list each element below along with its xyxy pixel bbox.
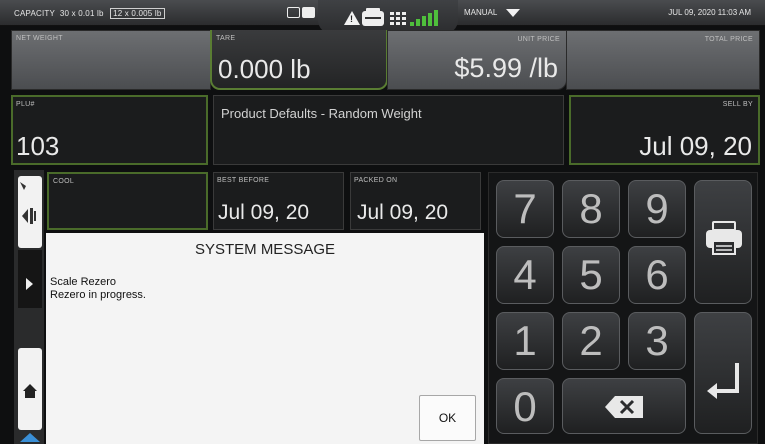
side-button-expand[interactable] — [18, 250, 42, 308]
sell-by-value: Jul 09, 20 — [639, 131, 752, 161]
dialog-message: Scale Rezero Rezero in progress. — [50, 276, 146, 302]
window-icon[interactable] — [287, 7, 300, 18]
print-button[interactable] — [694, 180, 752, 304]
home-icon — [23, 384, 37, 398]
system-message-dialog: SYSTEM MESSAGE Scale Rezero Rezero in pr… — [46, 233, 484, 444]
tare-icon — [20, 182, 36, 224]
key-3[interactable]: 3 — [628, 312, 686, 370]
enter-icon — [707, 363, 739, 399]
unit-price-label: UNIT PRICE — [517, 36, 560, 43]
scroll-up-icon[interactable] — [18, 430, 42, 444]
cool-label: COOL — [53, 178, 75, 185]
net-weight-label: NET WEIGHT — [16, 35, 63, 42]
chevron-down-icon[interactable] — [506, 9, 520, 17]
plu-field[interactable]: PLU# 103 — [11, 95, 208, 165]
plu-label: PLU# — [16, 101, 35, 108]
enter-button[interactable] — [694, 312, 752, 434]
key-6[interactable]: 6 — [628, 246, 686, 304]
packed-on-label: PACKED ON — [354, 177, 398, 184]
cool-field[interactable]: COOL — [47, 172, 208, 230]
key-9[interactable]: 9 — [628, 180, 686, 238]
tare-value: 0.000 lb — [218, 54, 311, 84]
mode-selector-label[interactable]: MANUAL — [464, 8, 497, 17]
key-4[interactable]: 4 — [496, 246, 554, 304]
sell-by-field[interactable]: SELL BY Jul 09, 20 — [569, 95, 760, 165]
best-before-field[interactable]: BEST BEFORE Jul 09, 20 — [213, 172, 344, 230]
backspace-icon — [605, 396, 643, 418]
backspace-button[interactable] — [562, 378, 686, 434]
ok-button[interactable]: OK — [419, 395, 476, 441]
product-description: Product Defaults - Random Weight — [221, 106, 422, 121]
expand-arrow-icon — [26, 278, 33, 290]
key-1[interactable]: 1 — [496, 312, 554, 370]
key-2[interactable]: 2 — [562, 312, 620, 370]
window-solid-icon[interactable] — [302, 7, 315, 18]
warning-icon[interactable] — [344, 11, 360, 25]
printer-icon — [706, 221, 742, 255]
unit-price-value: $5.99 /lb — [454, 53, 558, 83]
dialog-message-line-2: Rezero in progress. — [50, 289, 146, 301]
tare-label: TARE — [216, 35, 236, 42]
tare-panel[interactable]: TARE 0.000 lb — [210, 30, 388, 90]
side-button-tare[interactable] — [18, 176, 42, 248]
packed-on-value: Jul 09, 20 — [357, 201, 449, 224]
key-0[interactable]: 0 — [496, 378, 554, 434]
dialog-title: SYSTEM MESSAGE — [194, 241, 336, 258]
plu-value: 103 — [16, 131, 60, 161]
net-weight-panel: NET WEIGHT — [11, 30, 211, 90]
capacity-info: CAPACITY 30 x 0.01 lb 12 x 0.005 lb — [14, 8, 165, 19]
capacity-secondary: 12 x 0.005 lb — [110, 8, 165, 19]
capacity-primary: 30 x 0.01 lb — [59, 9, 104, 18]
pointer-icon — [20, 182, 26, 190]
printer-status-icon[interactable] — [362, 8, 384, 26]
best-before-label: BEST BEFORE — [217, 177, 270, 184]
packed-on-field[interactable]: PACKED ON Jul 09, 20 — [350, 172, 481, 230]
side-button-home[interactable] — [18, 348, 42, 430]
key-7[interactable]: 7 — [496, 180, 554, 238]
key-5[interactable]: 5 — [562, 246, 620, 304]
status-bar: CAPACITY 30 x 0.01 lb 12 x 0.005 lb MANU… — [0, 0, 765, 34]
best-before-value: Jul 09, 20 — [218, 201, 310, 224]
signal-strength-icon — [410, 10, 446, 26]
capacity-label: CAPACITY — [14, 9, 56, 18]
dialog-message-line-1: Scale Rezero — [50, 276, 117, 288]
unit-price-panel[interactable]: UNIT PRICE $5.99 /lb — [387, 30, 567, 90]
date-time: JUL 09, 2020 11:03 AM — [668, 8, 751, 17]
sell-by-label: SELL BY — [722, 101, 753, 108]
grid-menu-icon[interactable] — [390, 12, 406, 26]
product-description-field[interactable]: Product Defaults - Random Weight — [213, 95, 564, 165]
total-price-label: TOTAL PRICE — [704, 36, 753, 43]
key-8[interactable]: 8 — [562, 180, 620, 238]
total-price-panel: TOTAL PRICE — [566, 30, 760, 90]
